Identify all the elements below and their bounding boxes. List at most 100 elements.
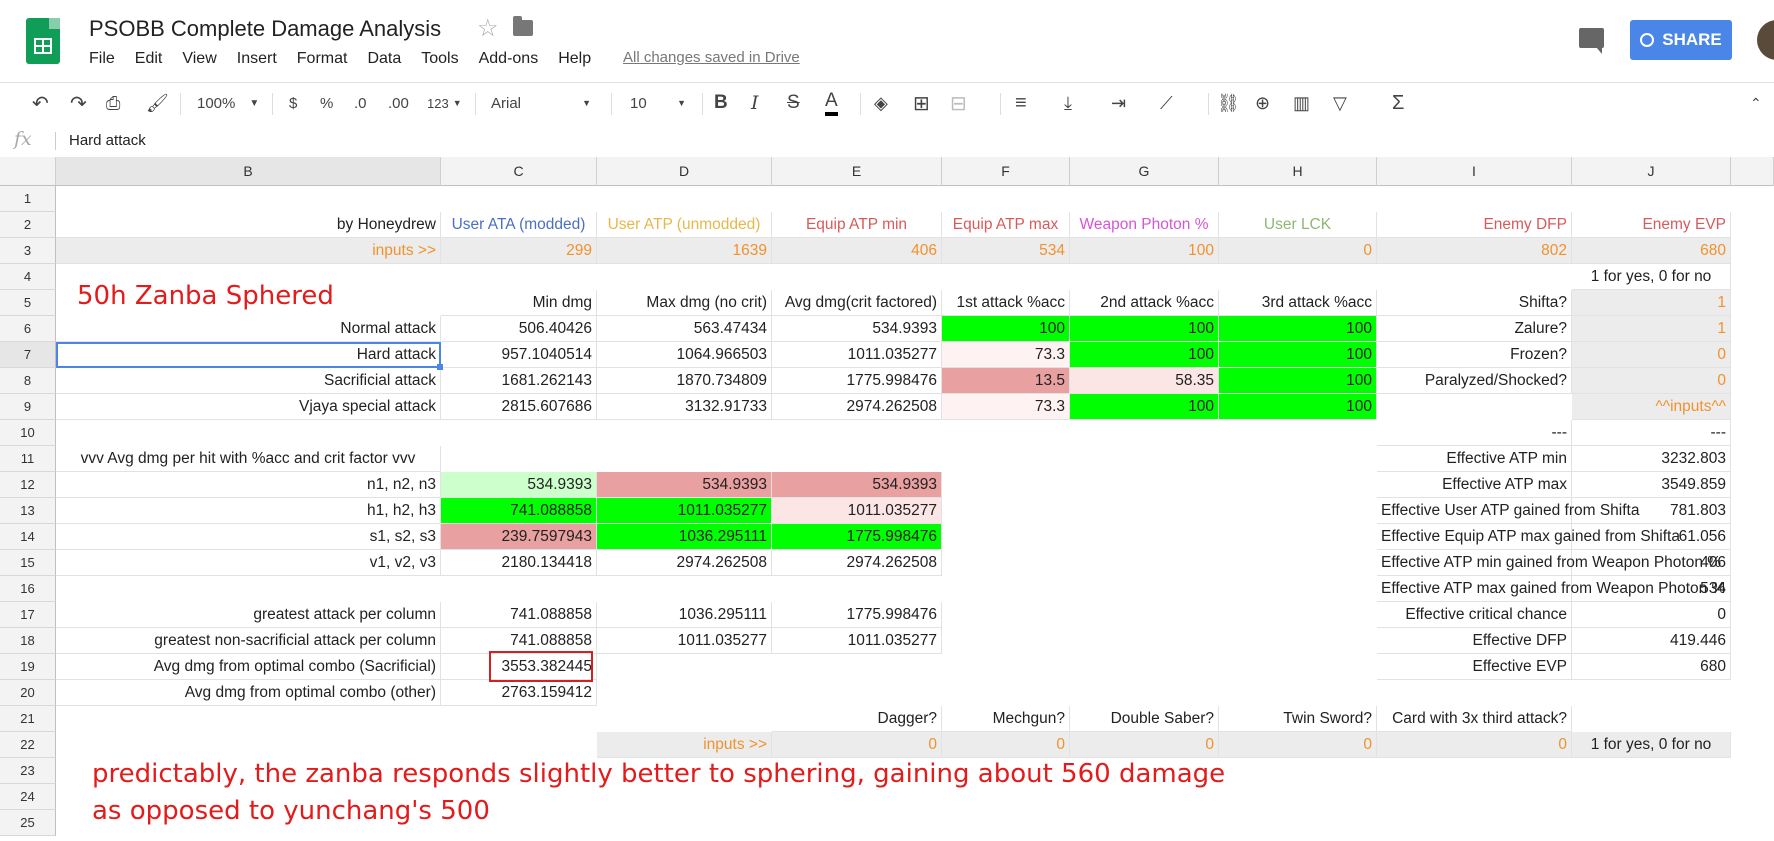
cell-e15[interactable]: 2974.262508 — [772, 550, 942, 576]
cell-e9[interactable]: 2974.262508 — [772, 394, 942, 420]
cell-j9[interactable]: ^^inputs^^ — [1572, 394, 1731, 420]
cell-i19[interactable]: Effective EVP — [1377, 654, 1572, 680]
cell-c8[interactable]: 1681.262143 — [441, 368, 597, 394]
row-header-25[interactable]: 25 — [0, 810, 56, 836]
font-size-select[interactable]: 10 ▼ — [630, 90, 686, 116]
rotate-icon[interactable]: ⟋ — [1160, 90, 1173, 116]
sheets-logo-icon[interactable] — [26, 18, 60, 64]
filter-icon[interactable]: ▽ — [1333, 90, 1347, 116]
cell-i12[interactable]: Effective ATP max — [1377, 472, 1572, 498]
cell-b6[interactable]: Normal attack — [56, 316, 441, 342]
cell-i3[interactable]: 802 — [1377, 238, 1572, 264]
cell-b15[interactable]: v1, v2, v3 — [56, 550, 441, 576]
cell-i10[interactable]: --- — [1377, 420, 1572, 446]
avatar[interactable] — [1757, 20, 1774, 60]
row-header-1[interactable]: 1 — [0, 186, 56, 212]
menu-addons[interactable]: Add-ons — [479, 50, 539, 68]
column-header-c[interactable]: C — [441, 157, 597, 186]
cell-f7[interactable]: 73.3 — [942, 342, 1070, 368]
cell-j2[interactable]: Enemy EVP — [1572, 212, 1731, 238]
cell-i11[interactable]: Effective ATP min — [1377, 446, 1572, 472]
cell-d22[interactable]: inputs >> — [597, 732, 772, 758]
cell-e12[interactable]: 534.9393 — [772, 472, 942, 498]
currency-format-button[interactable]: $ — [289, 90, 297, 116]
redo-icon[interactable]: ↷ — [70, 90, 87, 116]
cell-g22[interactable]: 0 — [1070, 732, 1219, 758]
cell-h9[interactable]: 100 — [1219, 394, 1377, 420]
cell-j10[interactable]: --- — [1572, 420, 1731, 446]
cell-b7[interactable]: Hard attack — [56, 342, 441, 368]
cell-f5[interactable]: 1st attack %acc — [942, 290, 1070, 316]
cell-d15[interactable]: 2974.262508 — [597, 550, 772, 576]
borders-icon[interactable]: ⊞ — [913, 90, 930, 116]
cell-j3[interactable]: 680 — [1572, 238, 1731, 264]
cell-d14[interactable]: 1036.295111 — [597, 524, 772, 550]
cell-g3[interactable]: 100 — [1070, 238, 1219, 264]
cell-e13[interactable]: 1011.035277 — [772, 498, 942, 524]
cell-d5[interactable]: Max dmg (no crit) — [597, 290, 772, 316]
cell-g9[interactable]: 100 — [1070, 394, 1219, 420]
row-header-4[interactable]: 4 — [0, 264, 56, 290]
row-header-3[interactable]: 3 — [0, 238, 56, 264]
document-title[interactable]: PSOBB Complete Damage Analysis — [89, 16, 441, 42]
italic-icon[interactable]: I — [751, 90, 759, 116]
cell-g2[interactable]: Weapon Photon % — [1070, 212, 1219, 238]
insert-chart-icon[interactable]: ▥ — [1293, 90, 1310, 116]
increase-decimals-button[interactable]: .00 — [388, 90, 409, 116]
strikethrough-icon[interactable]: S — [787, 90, 800, 116]
row-header-16[interactable]: 16 — [0, 576, 56, 602]
cell-h2[interactable]: User LCK — [1219, 212, 1377, 238]
cell-h5[interactable]: 3rd attack %acc — [1219, 290, 1377, 316]
cell-j15[interactable]: 406 — [1572, 550, 1731, 576]
cell-i13[interactable]: Effective User ATP gained from Shifta — [1377, 498, 1639, 524]
bold-icon[interactable]: B — [714, 90, 728, 116]
cell-i8[interactable]: Paralyzed/Shocked? — [1377, 368, 1572, 394]
cell-j18[interactable]: 419.446 — [1572, 628, 1731, 654]
row-header-8[interactable]: 8 — [0, 368, 56, 394]
cell-c9[interactable]: 2815.607686 — [441, 394, 597, 420]
cell-c14[interactable]: 239.7597943 — [441, 524, 597, 550]
cell-c12[interactable]: 534.9393 — [441, 472, 597, 498]
spreadsheet-grid[interactable]: BCDEFGHIJ 1 2 3 4 5 6 7 8 9 10 11 12 13 14 15 16 17 18 19 2… — [0, 157, 1774, 841]
cell-h3[interactable]: 0 — [1219, 238, 1377, 264]
cell-h8[interactable]: 100 — [1219, 368, 1377, 394]
cell-i5[interactable]: Shifta? — [1377, 290, 1572, 316]
column-header-b[interactable]: B — [56, 157, 441, 186]
fill-color-icon[interactable]: ◈ — [874, 90, 888, 116]
row-header-7[interactable]: 7 — [0, 342, 56, 368]
cell-c5[interactable]: Min dmg — [441, 290, 597, 316]
column-header-e[interactable]: E — [772, 157, 942, 186]
cell-i16[interactable]: Effective ATP max gained from Weapon Pho… — [1377, 576, 1725, 602]
collapse-chevron-icon[interactable]: ⌃ — [1750, 90, 1762, 116]
cell-d7[interactable]: 1064.966503 — [597, 342, 772, 368]
cell-i17[interactable]: Effective critical chance — [1377, 602, 1572, 628]
cell-f21[interactable]: Mechgun? — [942, 706, 1070, 732]
menu-tools[interactable]: Tools — [421, 50, 458, 68]
row-header-12[interactable]: 12 — [0, 472, 56, 498]
cell-i6[interactable]: Zalure? — [1377, 316, 1572, 342]
cell-b19[interactable]: Avg dmg from optimal combo (Sacrificial) — [56, 654, 441, 680]
row-header-22[interactable]: 22 — [0, 732, 56, 758]
cell-d6[interactable]: 563.47434 — [597, 316, 772, 342]
menu-file[interactable]: File — [89, 50, 115, 68]
cell-b8[interactable]: Sacrificial attack — [56, 368, 441, 394]
cell-d2[interactable]: User ATP (unmodded) — [597, 212, 772, 238]
cell-h7[interactable]: 100 — [1219, 342, 1377, 368]
column-header-h[interactable]: H — [1219, 157, 1377, 186]
cell-e18[interactable]: 1011.035277 — [772, 628, 942, 654]
cell-e22[interactable]: 0 — [772, 732, 942, 758]
cell-i15[interactable]: Effective ATP min gained from Weapon Pho… — [1377, 550, 1721, 576]
row-header-18[interactable]: 18 — [0, 628, 56, 654]
fill-handle[interactable] — [437, 364, 443, 370]
text-color-icon[interactable]: A — [825, 90, 838, 116]
cell-c15[interactable]: 2180.134418 — [441, 550, 597, 576]
column-header-f[interactable]: F — [942, 157, 1070, 186]
row-header-5[interactable]: 5 — [0, 290, 56, 316]
cell-c19[interactable]: 3553.382445 — [441, 654, 597, 680]
cell-b3[interactable]: inputs >> — [56, 238, 441, 264]
select-all-corner[interactable] — [0, 157, 56, 186]
cell-j7[interactable]: 0 — [1572, 342, 1731, 368]
cell-c3[interactable]: 299 — [441, 238, 597, 264]
menu-help[interactable]: Help — [558, 50, 591, 68]
cell-b13[interactable]: h1, h2, h3 — [56, 498, 441, 524]
